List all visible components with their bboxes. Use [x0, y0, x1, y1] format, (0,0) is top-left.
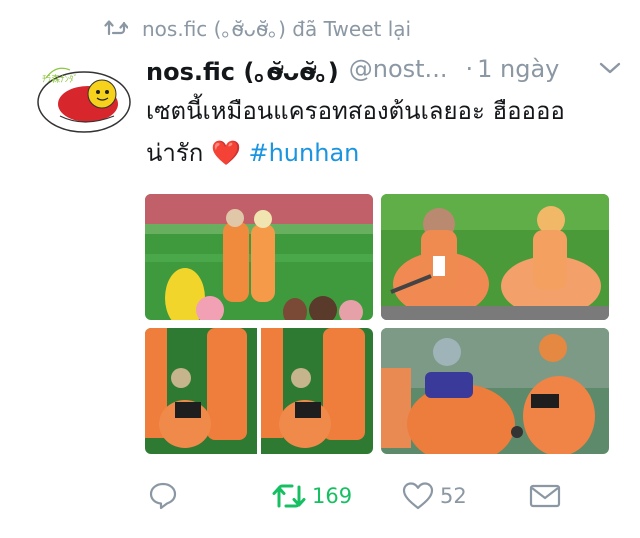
- tweet-text-prefix: น่ารัก: [146, 139, 204, 167]
- tweet-text-line2: น่ารัก ❤️ #hunhan: [146, 132, 616, 174]
- separator-dot: ·: [465, 55, 474, 83]
- photo-2[interactable]: [381, 194, 609, 320]
- like-count: 52: [440, 484, 467, 508]
- photo-4[interactable]: [381, 328, 609, 454]
- author-handle[interactable]: @nost...: [349, 55, 448, 83]
- retweet-button[interactable]: 169: [272, 474, 352, 518]
- heart-icon: [402, 482, 434, 510]
- photo-1[interactable]: [145, 194, 373, 320]
- svg-text:ﾁﾗ森ﾅﾝﾀﾞ: ﾁﾗ森ﾅﾝﾀﾞ: [42, 73, 78, 85]
- mail-icon: [529, 484, 561, 508]
- avatar[interactable]: ﾁﾗ森ﾅﾝﾀﾞ: [36, 56, 132, 136]
- retweeted-by-text: nos.fic (｡ơ̴̆ᴗơ̴̆｡) đã Tweet lại: [142, 16, 412, 41]
- tweet-text-line1: เซตนี้เหมือนแครอทสองต้นเลยอะ ฮืออออ: [146, 97, 565, 125]
- retweet-icon: [272, 484, 306, 508]
- hashtag-link[interactable]: #hunhan: [248, 139, 359, 167]
- like-button[interactable]: 52: [402, 474, 467, 518]
- tweet-time[interactable]: 1 ngày: [477, 55, 559, 83]
- reply-icon: [149, 482, 177, 510]
- tweet-header: nos.fic (｡ơ̴̆ᴗơ̴̆｡) @nost... · 1 ngày: [146, 52, 632, 86]
- photo-3[interactable]: [145, 328, 373, 454]
- retweet-icon: [104, 20, 128, 36]
- chevron-down-icon[interactable]: [598, 58, 622, 82]
- retweet-context[interactable]: nos.fic (｡ơ̴̆ᴗơ̴̆｡) đã Tweet lại: [104, 14, 412, 41]
- retweet-count: 169: [312, 484, 353, 508]
- heart-emoji: ❤️: [210, 139, 241, 167]
- author-name[interactable]: nos.fic (｡ơ̴̆ᴗơ̴̆｡): [146, 52, 339, 87]
- direct-message-button[interactable]: [529, 474, 561, 518]
- tweet-actions: 169 52: [0, 474, 640, 518]
- tweet-text: เซตนี้เหมือนแครอทสองต้นเลยอะ ฮืออออ น่าร…: [146, 90, 616, 174]
- reply-button[interactable]: [148, 474, 178, 518]
